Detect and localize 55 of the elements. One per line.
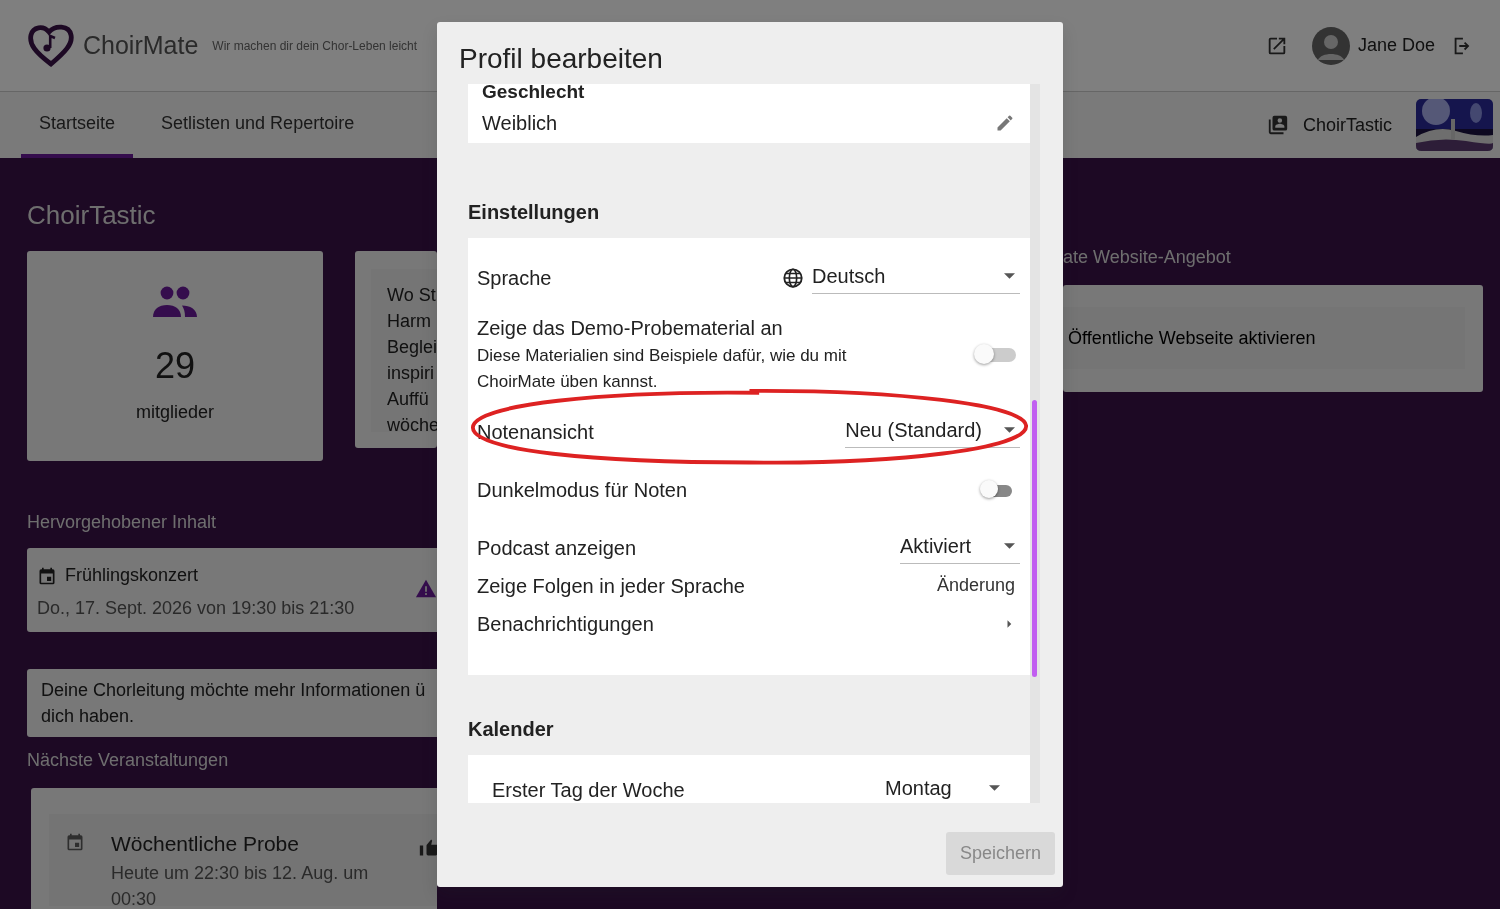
- section-heading: Einstellungen: [468, 199, 601, 224]
- notice-text: dich haben.: [41, 705, 136, 729]
- setting-label: Dunkelmodus für Noten: [477, 477, 688, 503]
- caret-icon: [1004, 273, 1015, 280]
- event-time: Heute um 22:30 bis 12. Aug. um 00:30: [111, 861, 370, 909]
- description-line: Harm: [387, 310, 432, 334]
- event-title: Wöchentliche Probe: [111, 831, 300, 858]
- setting-label: Zeige das Demo-Probematerial an: [477, 315, 784, 341]
- section-heading: Hervorgehobener Inhalt: [27, 511, 218, 535]
- setting-label: Notenansicht: [477, 419, 594, 445]
- choir-name[interactable]: ChoirTastic: [1302, 111, 1392, 139]
- description-line: inspiri: [387, 362, 435, 386]
- contacts-icon[interactable]: [1266, 114, 1289, 136]
- section-heading: ate Website-Angebot: [1063, 246, 1232, 269]
- setting-label: Sprache: [477, 265, 552, 291]
- event-title: Frühlingskonzert: [65, 564, 199, 588]
- user-name[interactable]: Jane Doe: [1357, 32, 1435, 59]
- caret-icon: [1004, 543, 1015, 550]
- edit-icon[interactable]: [995, 112, 1015, 133]
- select-field[interactable]: Aktiviert: [900, 531, 1020, 565]
- select-field[interactable]: Deutsch: [812, 261, 1020, 295]
- nav-tab[interactable]: Setlisten und Repertoire: [143, 92, 373, 158]
- caret-icon: [1004, 427, 1015, 434]
- thumbs-up-icon[interactable]: [419, 838, 437, 859]
- calendar-icon: [65, 832, 85, 853]
- page-title: ChoirTastic: [27, 200, 157, 232]
- section-heading: Kalender: [468, 716, 555, 741]
- member-count: 29: [154, 344, 195, 389]
- brand-name[interactable]: ChoirMate: [83, 26, 199, 65]
- description-line: Wo St: [387, 284, 437, 308]
- description-line: Beglei: [387, 336, 437, 360]
- event-card[interactable]: Frühlingskonzert Do., 17. Sept. 2026 von 19:30 bis 21:30: [27, 548, 437, 633]
- setting-label: Podcast anzeigen: [477, 535, 636, 561]
- section-heading: Nächste Veranstaltungen: [27, 749, 230, 773]
- user-avatar[interactable]: [1311, 26, 1350, 65]
- event-date: Do., 17. Sept. 2026 von 19:30 bis 21:30: [37, 597, 356, 621]
- nav-tab[interactable]: Startseite: [21, 92, 134, 158]
- select-field[interactable]: Neu (Standard): [845, 415, 1020, 449]
- event-item[interactable]: Wöchentliche Probe Heute um 22:30 bis 12. Aug. um 00:30: [49, 814, 437, 907]
- setting-label: Zeige Folgen in jeder Sprache: [477, 573, 745, 599]
- field-label: Geschlecht: [482, 83, 586, 104]
- setting-label: Erster Tag der Woche: [492, 777, 685, 803]
- tagline: Wir machen dir dein Chor-Leben leicht: [212, 37, 418, 55]
- calendar-icon: [37, 565, 57, 586]
- member-label: mitglieder: [136, 401, 214, 425]
- setting-description: Diese Materialien sind Beispiele dafür, wie du mit ChoirMate üben kannst.: [477, 344, 848, 393]
- globe-icon: [782, 266, 804, 289]
- dialog-title: Profil bearbeiten: [458, 42, 664, 76]
- caret-icon: [989, 785, 1000, 792]
- description-line: Auffü: [387, 388, 430, 412]
- setting-label: Benachrichtigungen: [477, 611, 654, 637]
- notice-text: Deine Chorleitung möchte mehr Informationen ü: [41, 679, 427, 703]
- gender-value: Weiblich: [482, 110, 558, 136]
- select-field[interactable]: Montag: [885, 773, 1005, 803]
- change-link[interactable]: Änderung: [936, 572, 1015, 600]
